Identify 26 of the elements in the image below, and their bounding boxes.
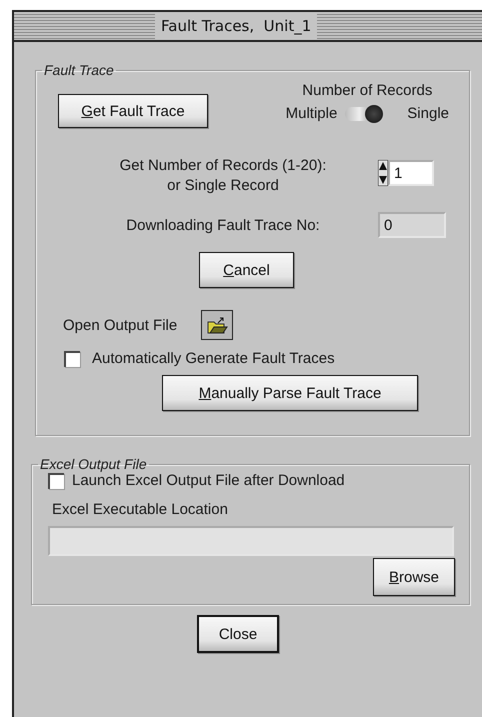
toggle-switch[interactable] bbox=[345, 106, 382, 120]
switch-left-label: Multiple bbox=[286, 105, 338, 122]
records-count-field[interactable]: 1 bbox=[388, 160, 434, 186]
checkbox[interactable] bbox=[64, 350, 80, 366]
checkbox[interactable] bbox=[48, 472, 64, 488]
records-count-label: Get Number of Records (1-20): or Single Record bbox=[118, 156, 328, 196]
launch-excel-label: Launch Excel Output File after Download bbox=[72, 472, 345, 489]
open-folder-button[interactable] bbox=[201, 310, 234, 340]
excel-location-field[interactable] bbox=[48, 526, 454, 556]
folder-icon bbox=[206, 315, 228, 335]
browse-button[interactable]: Browse bbox=[373, 558, 455, 596]
get-fault-trace-button[interactable]: Get Fault Trace bbox=[58, 94, 208, 128]
auto-generate-label: Automatically Generate Fault Traces bbox=[92, 350, 335, 367]
downloading-label: Downloading Fault Trace No: bbox=[125, 216, 321, 234]
switch-right-label: Single bbox=[407, 105, 449, 122]
cancel-button[interactable]: Cancel bbox=[199, 252, 294, 288]
close-button[interactable]: Close bbox=[197, 615, 279, 653]
switch-title: Number of Records bbox=[302, 82, 432, 99]
window-title: Fault Traces, Unit_1 bbox=[155, 13, 318, 39]
open-output-label: Open Output File bbox=[63, 316, 178, 334]
manual-parse-button[interactable]: Manually Parse Fault Trace bbox=[162, 375, 418, 411]
group-legend: Excel Output File bbox=[38, 456, 149, 472]
location-label: Excel Executable Location bbox=[52, 501, 229, 518]
group-legend: Fault Trace bbox=[42, 62, 116, 78]
spinner-arrows-icon[interactable] bbox=[378, 160, 388, 186]
downloading-number-field: 0 bbox=[378, 212, 446, 238]
